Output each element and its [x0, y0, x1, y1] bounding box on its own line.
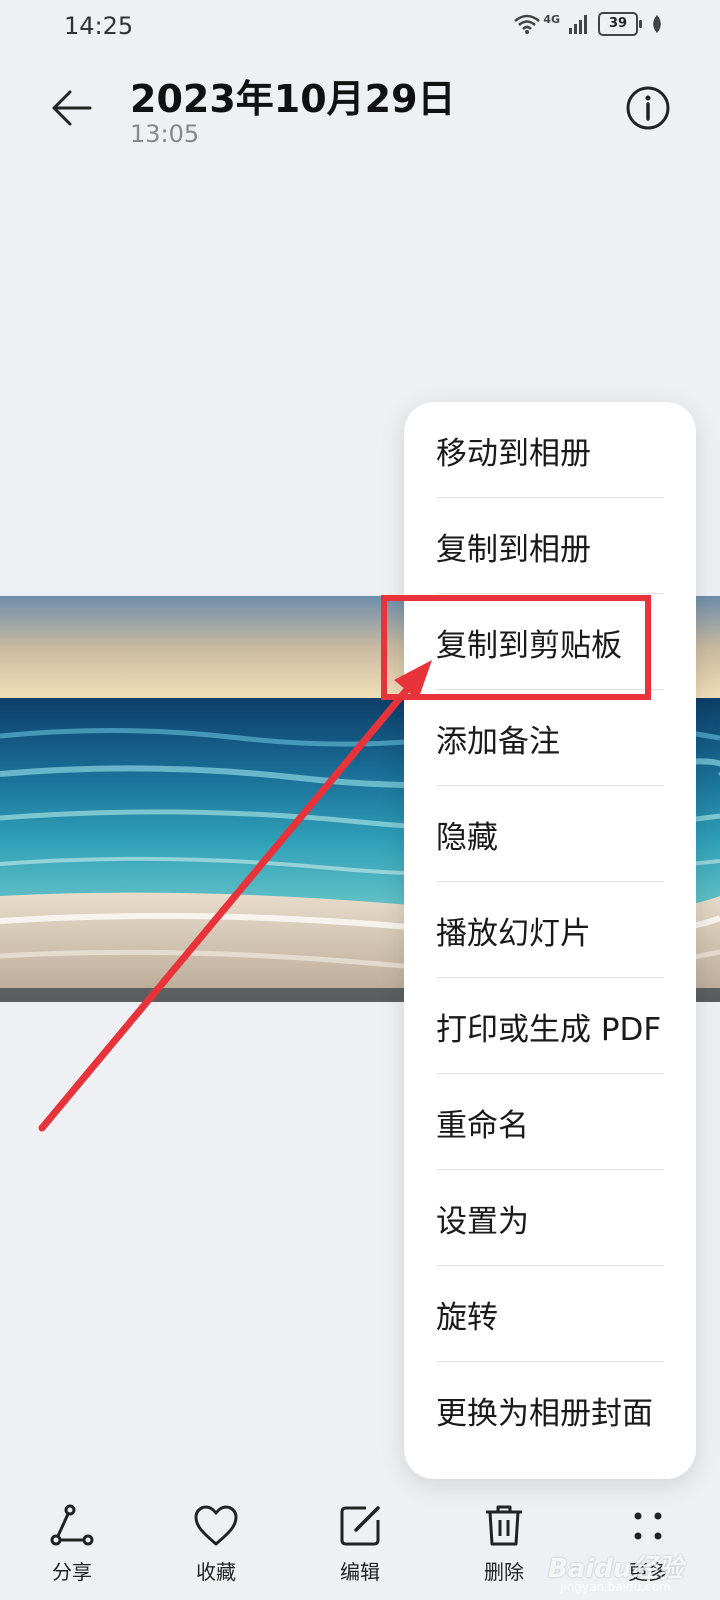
trash-icon — [486, 1505, 522, 1546]
info-button[interactable] — [624, 84, 672, 132]
menu-item-label: 旋转 — [436, 1299, 498, 1336]
favorite-button[interactable]: 收藏 — [166, 1502, 266, 1585]
back-arrow-icon — [52, 90, 92, 126]
leaf-icon — [653, 15, 661, 33]
wifi-icon — [514, 14, 541, 34]
battery-icon: 39 — [598, 12, 642, 36]
menu-item-label: 重命名 — [436, 1107, 529, 1144]
status-time: 14:25 — [64, 12, 134, 40]
menu-item-label: 复制到相册 — [436, 531, 591, 568]
delete-label: 删除 — [484, 1560, 524, 1584]
menu-item-label: 隐藏 — [436, 819, 498, 856]
page-subtitle-time: 13:05 — [130, 120, 200, 148]
more-dots-icon — [634, 1512, 662, 1540]
heart-icon — [194, 1505, 238, 1546]
menu-item-print-pdf[interactable]: 打印或生成 PDF — [436, 978, 664, 1074]
edit-label: 编辑 — [340, 1560, 380, 1584]
status-icons: 4G 39 — [513, 12, 664, 36]
page-title: 2023年10月29日 — [130, 77, 456, 121]
battery-level: 39 — [608, 16, 628, 31]
edit-button[interactable]: 编辑 — [310, 1502, 410, 1585]
menu-item-hide[interactable]: 隐藏 — [436, 786, 664, 882]
baidu-watermark-url: jingyan.baidu.com — [560, 1580, 671, 1594]
favorite-label: 收藏 — [196, 1560, 236, 1584]
menu-item-add-note[interactable]: 添加备注 — [436, 690, 664, 786]
share-button[interactable]: 分享 — [22, 1502, 122, 1585]
share-label: 分享 — [52, 1560, 92, 1584]
edit-icon — [340, 1506, 380, 1546]
menu-item-set-album-cover[interactable]: 更换为相册封面 — [436, 1362, 664, 1458]
menu-item-rotate[interactable]: 旋转 — [436, 1266, 664, 1362]
network-type: 4G — [543, 12, 560, 26]
menu-item-set-as[interactable]: 设置为 — [436, 1170, 664, 1266]
info-icon — [626, 86, 670, 130]
menu-item-move-to-album[interactable]: 移动到相册 — [436, 402, 664, 498]
menu-item-rename[interactable]: 重命名 — [436, 1074, 664, 1170]
menu-item-copy-to-album[interactable]: 复制到相册 — [436, 498, 664, 594]
share-icon — [50, 1504, 94, 1546]
signal-icon — [569, 15, 587, 34]
menu-item-label: 更换为相册封面 — [436, 1395, 653, 1432]
menu-item-label: 播放幻灯片 — [436, 915, 591, 952]
highlight-box-annotation — [381, 595, 651, 700]
delete-button[interactable]: 删除 — [454, 1502, 554, 1585]
back-button[interactable] — [48, 84, 96, 132]
menu-item-label: 添加备注 — [436, 723, 560, 760]
menu-item-label: 移动到相册 — [436, 435, 591, 472]
more-options-menu: 移动到相册 复制到相册 复制到剪贴板 添加备注 隐藏 播放幻灯片 打印或生成 P… — [404, 402, 696, 1479]
menu-item-label: 设置为 — [436, 1203, 529, 1240]
menu-item-label: 打印或生成 PDF — [436, 1011, 662, 1048]
status-bar: 14:25 4G 39 — [0, 0, 720, 54]
menu-item-slideshow[interactable]: 播放幻灯片 — [436, 882, 664, 978]
